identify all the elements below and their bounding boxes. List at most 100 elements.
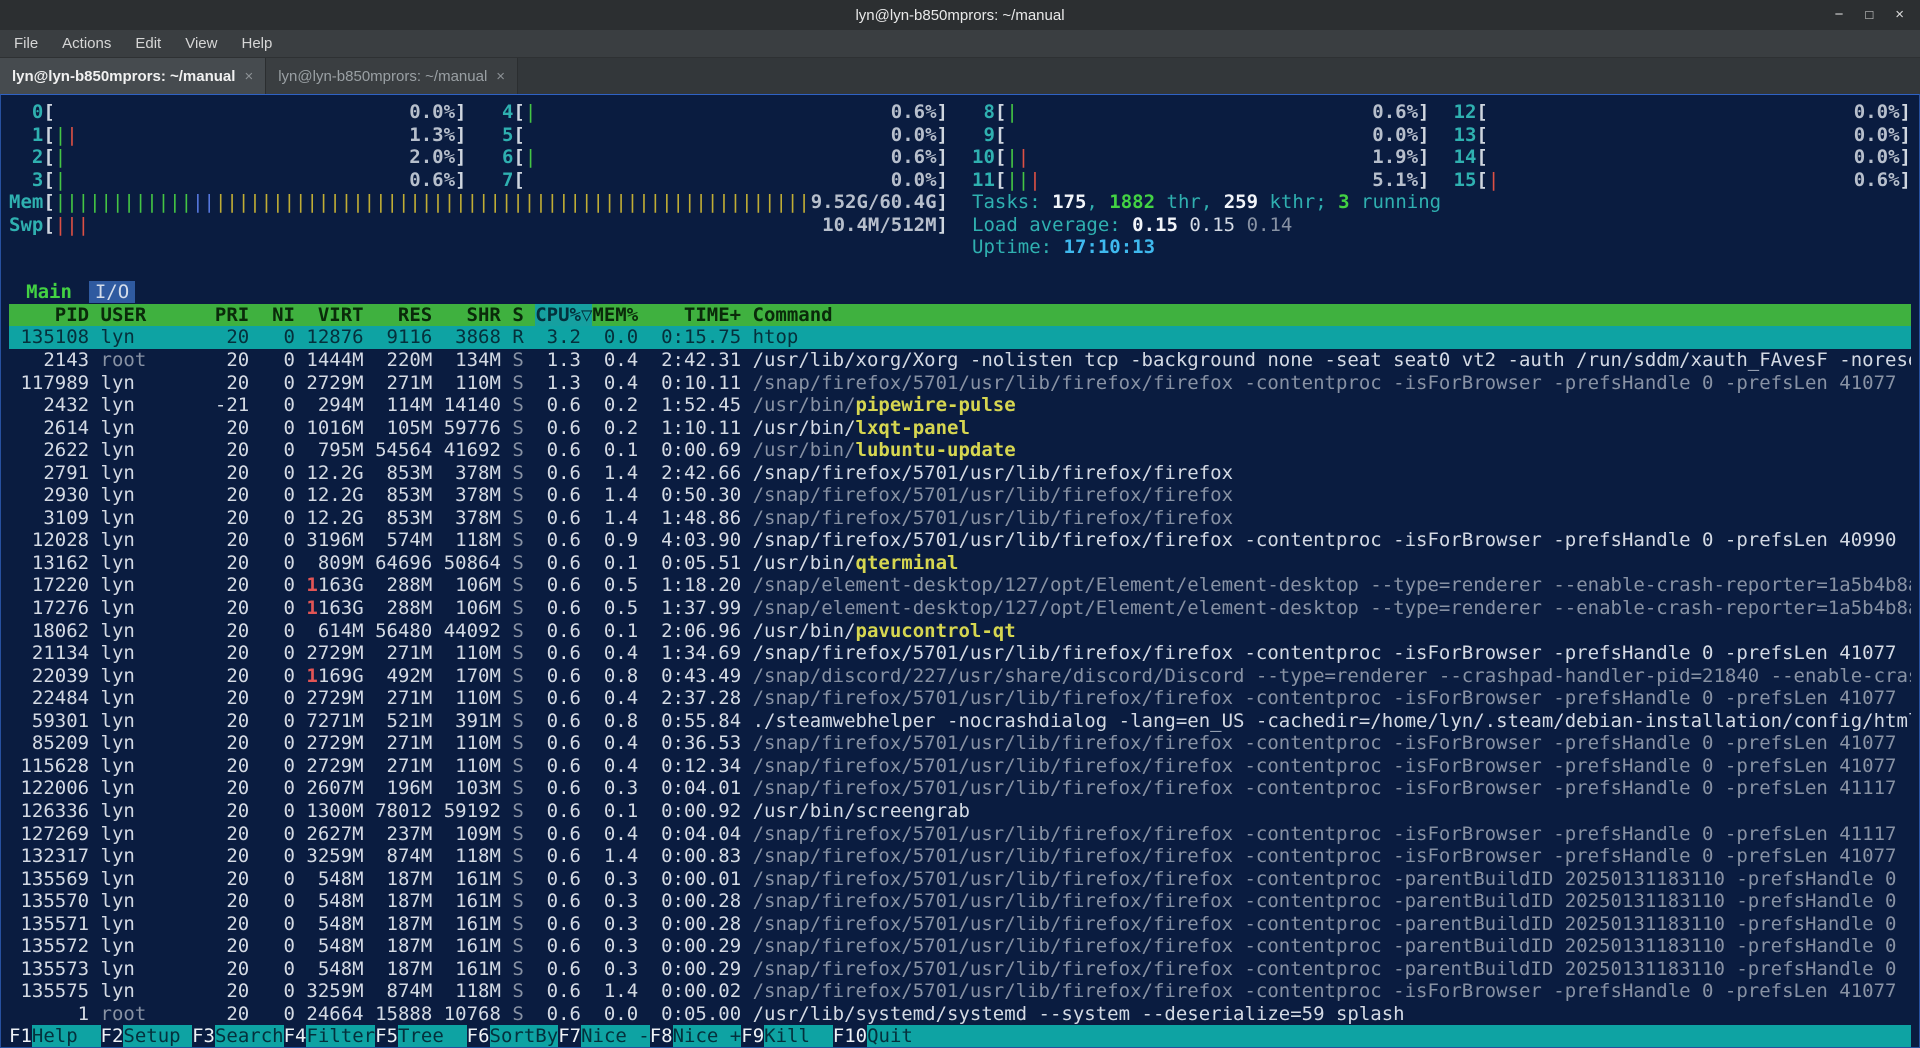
swap-meter: Swp[|||10.4M/512M] [9,214,948,237]
cpu-meter-6: 6[|0.6%] [491,146,949,169]
sort-column-header[interactable]: CPU%▽ [535,304,592,326]
meter-ticks [1488,146,1854,169]
process-row-135575[interactable]: 135575 lyn 20 0 3259M 874M 118M S 0.6 1.… [9,980,1911,1003]
process-row-18062[interactable]: 18062 lyn 20 0 614M 56480 44092 S 0.6 0.… [9,620,1911,643]
process-row-22039[interactable]: 22039 lyn 20 0 1169G 492M 170M S 0.6 0.8… [9,665,1911,688]
cpu-meter-13: 13[0.0%] [1454,124,1912,147]
cpu-meters: 0[0.0%] 1[||1.3%] 2[|2.0%] 3[|0.6%] 4[|0… [9,101,1911,191]
cpu-meter-11: 11[|||5.1%] [972,169,1430,192]
menu-item-view[interactable]: View [185,35,217,52]
meter-ticks [525,124,891,147]
terminal-viewport[interactable]: 0[0.0%] 1[||1.3%] 2[|2.0%] 3[|0.6%] 4[|0… [0,94,1920,1048]
process-row-122006[interactable]: 122006 lyn 20 0 2607M 196M 103M S 0.6 0.… [9,777,1911,800]
process-row-135569[interactable]: 135569 lyn 20 0 548M 187M 161M S 0.6 0.3… [9,868,1911,891]
process-row-22484[interactable]: 22484 lyn 20 0 2729M 271M 110M S 0.6 0.4… [9,687,1911,710]
menu-item-help[interactable]: Help [241,35,272,52]
process-row-135573[interactable]: 135573 lyn 20 0 548M 187M 161M S 0.6 0.3… [9,958,1911,981]
function-key-bar: F1Help F2Setup F3SearchF4FilterF5Tree F6… [9,1025,1911,1048]
meter-ticks: | [55,146,410,169]
htop-tab-io[interactable]: I/O [89,281,135,303]
cpu-meter-3: 3[|0.6%] [9,169,467,192]
process-row-17276[interactable]: 17276 lyn 20 0 1163G 288M 106M S 0.6 0.5… [9,597,1911,620]
meter-ticks: | [55,169,410,192]
process-row-2930[interactable]: 2930 lyn 20 0 12.2G 853M 378M S 0.6 1.4 … [9,484,1911,507]
meter-ticks: | [525,101,891,124]
meter-ticks: ||| [55,214,822,237]
cpu-meter-2: 2[|2.0%] [9,146,467,169]
process-row-135572[interactable]: 135572 lyn 20 0 548M 187M 161M S 0.6 0.3… [9,935,1911,958]
meter-value: 1.9% [1372,146,1418,169]
meter-ticks: || [1006,146,1372,169]
process-table: 135108 lyn 20 0 12876 9116 3868 R 3.2 0.… [9,326,1911,1025]
fkey-f3-search[interactable]: F3Search [192,1025,284,1048]
meter-ticks [525,169,891,192]
process-row-135570[interactable]: 135570 lyn 20 0 548M 187M 161M S 0.6 0.3… [9,890,1911,913]
meter-value: 10.4M/512M [822,214,936,237]
window-title: lyn@lyn-b850mprors: ~/manual [0,7,1920,24]
process-row-127269[interactable]: 127269 lyn 20 0 2627M 237M 109M S 0.6 0.… [9,823,1911,846]
process-row-2143[interactable]: 2143 root 20 0 1444M 220M 134M S 1.3 0.4… [9,349,1911,372]
meter-value: 0.0% [891,124,937,147]
fkey-f4-filter[interactable]: F4Filter [284,1025,376,1048]
fkey-f8-nice+[interactable]: F8Nice + [650,1025,742,1048]
meter-value: 0.0% [1854,101,1900,124]
process-row-117989[interactable]: 117989 lyn 20 0 2729M 271M 110M S 1.3 0.… [9,372,1911,395]
load-average: Load average: 0.15 0.15 0.14 [972,214,1911,237]
qterminal-window: lyn@lyn-b850mprors: ~/manual − □ × File A… [0,0,1920,1048]
meter-value: 9.52G/60.4G [811,191,937,214]
process-row-2791[interactable]: 2791 lyn 20 0 12.2G 853M 378M S 0.6 1.4 … [9,462,1911,485]
cpu-meter-12: 12[0.0%] [1454,101,1912,124]
column-headers[interactable]: PID USER PRI NI VIRT RES SHR S [9,304,535,326]
process-row-85209[interactable]: 85209 lyn 20 0 2729M 271M 110M S 0.6 0.4… [9,732,1911,755]
fkey-f2-setup[interactable]: F2Setup [101,1025,193,1048]
htop-screen-tabs: Main I/O [9,281,1911,304]
process-row-2614[interactable]: 2614 lyn 20 0 1016M 105M 59776 S 0.6 0.2… [9,417,1911,440]
column-headers[interactable]: MEM% TIME+ Command [592,304,832,326]
cpu-meter-7: 7[0.0%] [491,169,949,192]
process-table-header[interactable]: PID USER PRI NI VIRT RES SHR S CPU%▽MEM%… [9,304,1911,327]
maximize-icon[interactable]: □ [1865,0,1873,30]
menu-item-actions[interactable]: Actions [62,35,111,52]
fkey-f5-tree[interactable]: F5Tree [375,1025,467,1048]
process-row-135571[interactable]: 135571 lyn 20 0 548M 187M 161M S 0.6 0.3… [9,913,1911,936]
minimize-icon[interactable]: − [1835,0,1844,30]
process-row-13162[interactable]: 13162 lyn 20 0 809M 64696 50864 S 0.6 0.… [9,552,1911,575]
close-icon[interactable]: × [1895,0,1904,30]
memory-meters: Mem[||||||||||||||||||||||||||||||||||||… [9,191,948,259]
cpu-meter-5: 5[0.0%] [491,124,949,147]
tab-bar: lyn@lyn-b850mprors: ~/manual×lyn@lyn-b85… [0,58,1920,94]
tab-close-icon[interactable]: × [244,68,253,85]
meter-ticks: || [55,124,410,147]
cpu-meter-14: 14[0.0%] [1454,146,1912,169]
cpu-meter-8: 8[|0.6%] [972,101,1430,124]
process-row-135108[interactable]: 135108 lyn 20 0 12876 9116 3868 R 3.2 0.… [9,326,1911,349]
fkey-f7-nice-[interactable]: F7Nice - [558,1025,650,1048]
meter-value: 0.6% [1854,169,1900,192]
meter-value: 0.0% [891,169,937,192]
process-row-17220[interactable]: 17220 lyn 20 0 1163G 288M 106M S 0.6 0.5… [9,574,1911,597]
tab-close-icon[interactable]: × [496,68,505,85]
process-row-126336[interactable]: 126336 lyn 20 0 1300M 78012 59192 S 0.6 … [9,800,1911,823]
memory-meter: Mem[||||||||||||||||||||||||||||||||||||… [9,191,948,214]
process-row-115628[interactable]: 115628 lyn 20 0 2729M 271M 110M S 0.6 0.… [9,755,1911,778]
fkey-f1-help[interactable]: F1Help [9,1025,101,1048]
process-row-2432[interactable]: 2432 lyn -21 0 294M 114M 14140 S 0.6 0.2… [9,394,1911,417]
process-row-1[interactable]: 1 root 20 0 24664 15888 10768 S 0.6 0.0 … [9,1003,1911,1026]
htop-tab-main[interactable]: Main [20,281,77,303]
tasks-summary: Tasks: 175, 1882 thr, 259 kthr; 3 runnin… [972,191,1911,214]
process-row-21134[interactable]: 21134 lyn 20 0 2729M 271M 110M S 0.6 0.4… [9,642,1911,665]
process-row-132317[interactable]: 132317 lyn 20 0 3259M 874M 118M S 0.6 1.… [9,845,1911,868]
menu-item-file[interactable]: File [14,35,38,52]
terminal-tab-1[interactable]: lyn@lyn-b850mprors: ~/manual× [0,58,266,94]
meter-ticks: | [525,146,891,169]
terminal-tab-2[interactable]: lyn@lyn-b850mprors: ~/manual × [266,58,518,94]
menu-item-edit[interactable]: Edit [135,35,161,52]
tab-title: lyn@lyn-b850mprors: ~/manual [278,68,487,85]
fkey-f10-quit[interactable]: F10Quit [833,1025,936,1048]
fkey-f6-sortby[interactable]: F6SortBy [467,1025,559,1048]
process-row-12028[interactable]: 12028 lyn 20 0 3196M 574M 118M S 0.6 0.9… [9,529,1911,552]
fkey-f9-kill[interactable]: F9Kill [741,1025,833,1048]
process-row-3109[interactable]: 3109 lyn 20 0 12.2G 853M 378M S 0.6 1.4 … [9,507,1911,530]
process-row-59301[interactable]: 59301 lyn 20 0 7271M 521M 391M S 0.6 0.8… [9,710,1911,733]
process-row-2622[interactable]: 2622 lyn 20 0 795M 54564 41692 S 0.6 0.1… [9,439,1911,462]
